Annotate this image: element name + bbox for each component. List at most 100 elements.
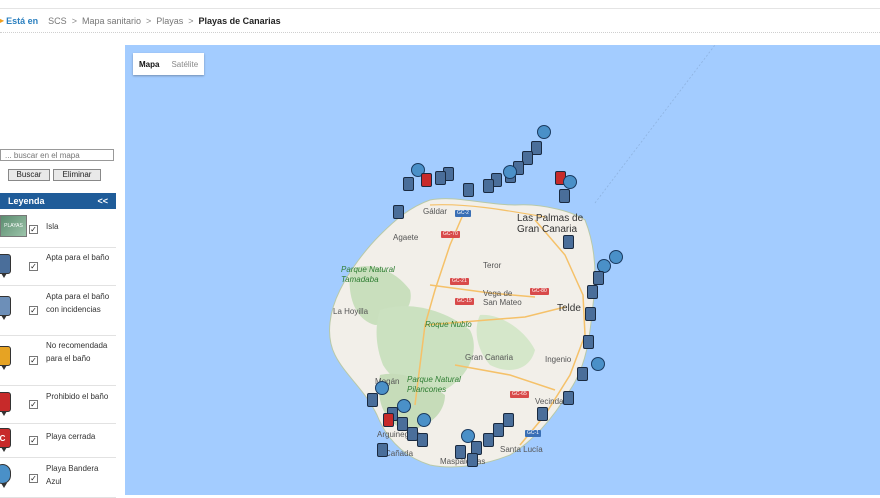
breadcrumb-link-scs[interactable]: SCS xyxy=(48,16,67,26)
map-type-satellite-button[interactable]: Satélite xyxy=(165,60,204,69)
top-border xyxy=(0,0,880,9)
legend-checkbox-isla[interactable]: ✓ xyxy=(29,225,38,234)
legend-header: Leyenda << xyxy=(0,193,116,209)
breadcrumb-separator: > xyxy=(188,15,194,26)
map-place-label: Gáldar xyxy=(423,207,448,216)
legend-title: Leyenda xyxy=(8,196,45,206)
breadcrumb-link-playas[interactable]: Playas xyxy=(156,16,183,26)
road-badge: GC-65 xyxy=(510,391,529,398)
legend-label-prohibido: Prohibido el baño xyxy=(46,392,109,401)
map-place-label: Santa Lucía xyxy=(500,445,543,454)
beach-marker[interactable] xyxy=(591,357,605,371)
beach-marker[interactable] xyxy=(537,407,548,421)
beach-marker[interactable] xyxy=(537,125,551,139)
legend-checkbox-cerrada[interactable]: ✓ xyxy=(29,436,38,445)
beach-marker[interactable] xyxy=(483,433,494,447)
legend-checkbox-bandera-azul[interactable]: ✓ xyxy=(29,474,38,483)
beach-marker[interactable] xyxy=(493,423,504,437)
breadcrumb: ▶ Está en SCS > Mapa sanitario > Playas … xyxy=(0,9,880,33)
breadcrumb-separator: > xyxy=(71,15,77,26)
breadcrumb-separator: > xyxy=(146,15,152,26)
blue-flag-icon xyxy=(0,464,11,488)
breadcrumb-arrow-icon: ▶ xyxy=(0,16,5,25)
legend-label-bandera-azul: Playa Bandera Azul xyxy=(46,464,99,486)
legend-item-apta-incidencias: ✓ Apta para el baño con incidencias xyxy=(0,286,116,336)
map-place-label: Telde xyxy=(557,303,581,314)
beach-marker[interactable] xyxy=(467,453,478,467)
map-type-control: Mapa Satélite xyxy=(133,53,205,75)
delete-button[interactable]: Eliminar xyxy=(53,169,101,181)
beach-marker[interactable] xyxy=(435,171,446,185)
not-recommended-icon xyxy=(0,346,11,370)
legend-item-apta: ✓ Apta para el baño xyxy=(0,248,116,286)
fit-for-bathing-icon xyxy=(0,254,11,278)
beach-marker[interactable] xyxy=(609,250,623,264)
beach-marker[interactable] xyxy=(463,183,474,197)
beach-marker[interactable] xyxy=(563,391,574,405)
ferry-route-line xyxy=(594,45,716,204)
beach-marker[interactable] xyxy=(393,205,404,219)
legend-checkbox-apta-incidencias[interactable]: ✓ xyxy=(29,306,38,315)
search-button[interactable]: Buscar xyxy=(8,169,50,181)
beach-marker[interactable] xyxy=(593,271,604,285)
legend-label-apta: Apta para el baño xyxy=(46,253,110,262)
beach-marker[interactable] xyxy=(403,177,414,191)
legend-label-cerrada: Playa cerrada xyxy=(46,432,96,441)
map-place-label: Gran Canaria xyxy=(465,353,514,362)
road-badge: GC-70 xyxy=(441,231,460,238)
legend-checkbox-apta[interactable]: ✓ xyxy=(29,262,38,271)
breadcrumb-here-label: Está en xyxy=(6,15,39,26)
beach-marker[interactable] xyxy=(417,413,431,427)
legend-label-apta-incidencias: Apta para el baño con incidencias xyxy=(46,292,110,314)
map-place-label: Cañada xyxy=(385,449,414,458)
legend-item-isla: PLAYAS ✓ Isla xyxy=(0,209,116,248)
beach-marker[interactable] xyxy=(563,175,577,189)
beach-marker[interactable] xyxy=(559,189,570,203)
beach-marker[interactable] xyxy=(367,393,378,407)
island-thumbnail-icon: PLAYAS xyxy=(0,215,27,237)
beach-marker[interactable] xyxy=(483,179,494,193)
map-search-input[interactable] xyxy=(0,149,114,161)
legend-item-bandera-azul: ✓ Playa Bandera Azul xyxy=(0,458,116,498)
legend-label-isla: Isla xyxy=(46,222,59,231)
legend-label-no-recomendada: No recomendada para el baño xyxy=(46,341,108,363)
beach-marker[interactable] xyxy=(503,413,514,427)
map-place-label: Parque Natural Pilancones xyxy=(407,375,461,394)
map-place-label: Teror xyxy=(483,261,502,270)
map-place-label: Vega de San Mateo xyxy=(483,289,522,307)
road-badge: GC-1 xyxy=(525,430,541,437)
map-place-label: Agaete xyxy=(393,233,419,242)
legend-collapse-button[interactable]: << xyxy=(97,196,108,206)
beach-marker[interactable] xyxy=(421,173,432,187)
legend-checkbox-prohibido[interactable]: ✓ xyxy=(29,400,38,409)
breadcrumb-current: Playas de Canarias xyxy=(198,15,281,26)
road-badge: GC-15 xyxy=(455,298,474,305)
beach-marker[interactable] xyxy=(455,445,466,459)
map-canvas[interactable]: Mapa Satélite Gáldar Agaete Las Palmas d… xyxy=(125,45,880,495)
legend-list: PLAYAS ✓ Isla ✓ Apta para el baño ✓ Apta… xyxy=(0,209,116,498)
map-type-mapa-button[interactable]: Mapa xyxy=(133,60,165,69)
legend-item-prohibido: ✓ Prohibido el baño xyxy=(0,386,116,424)
map-place-label: Parque Natural Tamadaba xyxy=(341,265,395,284)
road-badge: GC-21 xyxy=(450,278,469,285)
breadcrumb-link-mapa-sanitario[interactable]: Mapa sanitario xyxy=(82,16,141,26)
beach-marker[interactable] xyxy=(383,413,394,427)
beach-marker[interactable] xyxy=(563,235,574,249)
beach-marker[interactable] xyxy=(583,335,594,349)
road-badge: GC-80 xyxy=(530,288,549,295)
beach-marker[interactable] xyxy=(585,307,596,321)
beach-marker[interactable] xyxy=(377,443,388,457)
beach-marker[interactable] xyxy=(397,399,411,413)
fit-with-incidents-icon xyxy=(0,296,11,320)
bathing-prohibited-icon xyxy=(0,392,11,416)
map-place-label: Ingenio xyxy=(545,355,572,364)
legend-item-cerrada: C ✓ Playa cerrada xyxy=(0,424,116,458)
legend-item-no-recomendada: ✓ No recomendada para el baño xyxy=(0,336,116,386)
beach-marker[interactable] xyxy=(587,285,598,299)
beach-closed-icon: C xyxy=(0,428,11,452)
sidebar: Buscar Eliminar Leyenda << PLAYAS ✓ Isla… xyxy=(0,45,116,498)
legend-checkbox-no-recomendada[interactable]: ✓ xyxy=(29,356,38,365)
beach-marker[interactable] xyxy=(503,165,517,179)
beach-marker[interactable] xyxy=(577,367,588,381)
beach-marker[interactable] xyxy=(417,433,428,447)
